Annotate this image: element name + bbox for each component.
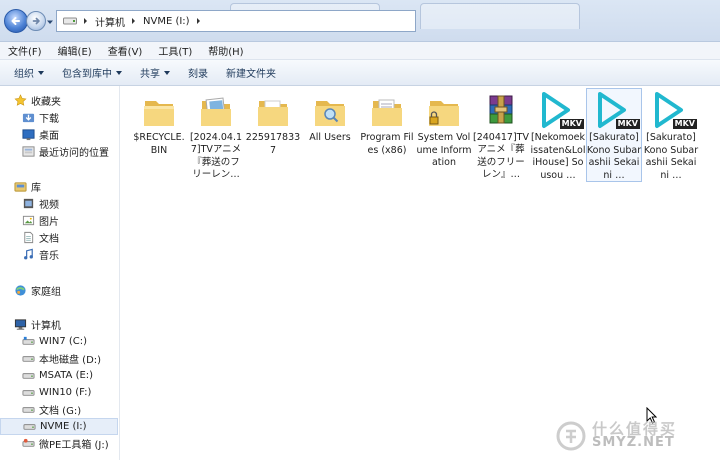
nav-drive-i[interactable]: NVME (I:) <box>0 418 118 435</box>
folder-icon <box>144 101 174 126</box>
watermark: 什么值得买 SMYZ.NET <box>556 418 716 454</box>
arrow-left-icon <box>11 17 20 25</box>
winrar-archive-icon <box>489 95 513 124</box>
homegroup-icon <box>15 285 26 296</box>
menu-edit[interactable]: 编辑(E) <box>56 42 94 59</box>
drive-icon <box>23 424 36 430</box>
share-button[interactable]: 共享 <box>132 62 178 83</box>
file-item[interactable]: [2024.04.17]TVアニメ『葬送のフリーレン… <box>188 88 244 182</box>
nav-favorites[interactable]: 收藏夹 <box>0 92 118 109</box>
file-item[interactable]: 2259178337 <box>245 88 301 182</box>
desktop-icon <box>22 129 35 141</box>
nav-downloads[interactable]: 下载 <box>0 109 118 126</box>
mkv-badge: MKV <box>672 119 697 129</box>
usb-drive-icon <box>22 438 35 447</box>
system-drive-icon <box>22 336 35 345</box>
nav-drive-d[interactable]: 本地磁盘 (D:) <box>0 350 118 367</box>
menu-help[interactable]: 帮助(H) <box>206 42 245 59</box>
menu-file[interactable]: 文件(F) <box>6 42 44 59</box>
address-input[interactable]: 计算机 NVME (I:) <box>56 10 416 32</box>
watermark-text-en: SMYZ.NET <box>592 435 675 450</box>
nav-drive-j[interactable]: 微PE工具箱 (J:) <box>0 435 118 452</box>
document-icon <box>24 231 34 244</box>
drive-icon <box>22 390 35 396</box>
video-icon <box>23 198 34 209</box>
burn-button[interactable]: 刻录 <box>180 62 216 83</box>
picture-icon <box>22 215 35 226</box>
drive-icon <box>22 407 35 413</box>
nav-music[interactable]: 音乐 <box>0 246 118 263</box>
back-button[interactable] <box>4 9 28 33</box>
nav-drive-f[interactable]: WIN10 (F:) <box>0 384 118 401</box>
nav-videos[interactable]: 视频 <box>0 195 118 212</box>
drive-icon <box>63 17 77 25</box>
new-folder-button[interactable]: 新建文件夹 <box>218 62 284 83</box>
caret-down-icon <box>164 70 170 75</box>
nav-libraries[interactable]: 库 <box>0 178 118 195</box>
nav-pictures[interactable]: 图片 <box>0 212 118 229</box>
mkv-badge: MKV <box>559 119 584 129</box>
nav-drive-c[interactable]: WIN7 (C:) <box>0 333 118 350</box>
download-folder-icon <box>22 113 35 123</box>
nav-documents[interactable]: 文档 <box>0 229 118 246</box>
watermark-logo-icon <box>556 421 586 451</box>
library-icon <box>14 182 27 192</box>
file-item[interactable]: Program Files (x86) <box>359 88 415 182</box>
command-bar: 组织 包含到库中 共享 刻录 新建文件夹 <box>0 60 720 86</box>
menu-view[interactable]: 查看(V) <box>106 42 145 59</box>
nav-drive-e[interactable]: MSATA (E:) <box>0 367 118 384</box>
caret-down-icon <box>38 70 44 75</box>
nav-homegroup[interactable]: 家庭组 <box>0 282 118 299</box>
file-item[interactable]: MKV [Sakurato] Kono Subarashii Sekai ni … <box>643 88 699 182</box>
nav-desktop[interactable]: 桌面 <box>0 126 118 143</box>
menu-bar: 文件(F) 编辑(E) 查看(V) 工具(T) 帮助(H) <box>0 42 720 60</box>
breadcrumb-computer[interactable]: 计算机 <box>95 14 125 29</box>
file-item[interactable]: MKV [Nekomoekissaten&LoliHouse] Sousou … <box>530 88 586 182</box>
chevron-right-icon[interactable] <box>83 17 89 25</box>
computer-icon <box>14 319 27 330</box>
nav-computer[interactable]: 计算机 <box>0 316 118 333</box>
history-dropdown-icon[interactable] <box>46 18 54 26</box>
file-list: $RECYCLE.BIN [2024.04.17]TVアニメ『葬送のフリーレン…… <box>121 86 720 460</box>
folder-docs-icon <box>372 99 402 126</box>
file-item[interactable]: All Users <box>302 88 358 182</box>
menu-tools[interactable]: 工具(T) <box>156 42 194 59</box>
file-item[interactable]: System Volume Information <box>416 88 472 182</box>
forward-button[interactable] <box>26 11 46 31</box>
breadcrumb-current-drive[interactable]: NVME (I:) <box>143 16 190 27</box>
arrow-right-icon <box>32 17 40 25</box>
organize-button[interactable]: 组织 <box>6 62 52 83</box>
drive-icon <box>22 373 35 379</box>
include-in-library-button[interactable]: 包含到库中 <box>54 62 130 83</box>
star-icon <box>14 94 27 106</box>
drive-icon <box>22 356 35 362</box>
address-toolbar: 计算机 NVME (I:) <box>0 0 720 42</box>
folder-search-icon <box>315 101 345 126</box>
caret-down-icon <box>116 70 122 75</box>
chevron-right-icon[interactable] <box>131 17 137 25</box>
nav-recent-places[interactable]: 最近访问的位置 <box>0 143 118 160</box>
music-note-icon <box>24 248 33 260</box>
folder-images-icon <box>201 97 231 126</box>
recent-places-icon <box>22 146 35 157</box>
chevron-right-icon[interactable] <box>196 17 202 25</box>
file-item[interactable]: MKV [Sakurato] Kono Subarashii Sekai ni … <box>586 88 642 182</box>
navigation-pane: 收藏夹 下载 桌面 最近访问的位置 库 视频 图片 文档 音乐 家庭组 计算机 <box>0 86 120 460</box>
mkv-badge: MKV <box>615 119 640 129</box>
file-item[interactable]: $RECYCLE.BIN <box>131 88 187 182</box>
locked-folder-icon <box>429 101 459 126</box>
ghost-window-tab <box>420 3 580 29</box>
folder-icon <box>258 100 288 126</box>
nav-drive-g[interactable]: 文档 (G:) <box>0 401 118 418</box>
file-item[interactable]: [240417]TVアニメ『葬送のフリーレン』… <box>473 88 529 182</box>
